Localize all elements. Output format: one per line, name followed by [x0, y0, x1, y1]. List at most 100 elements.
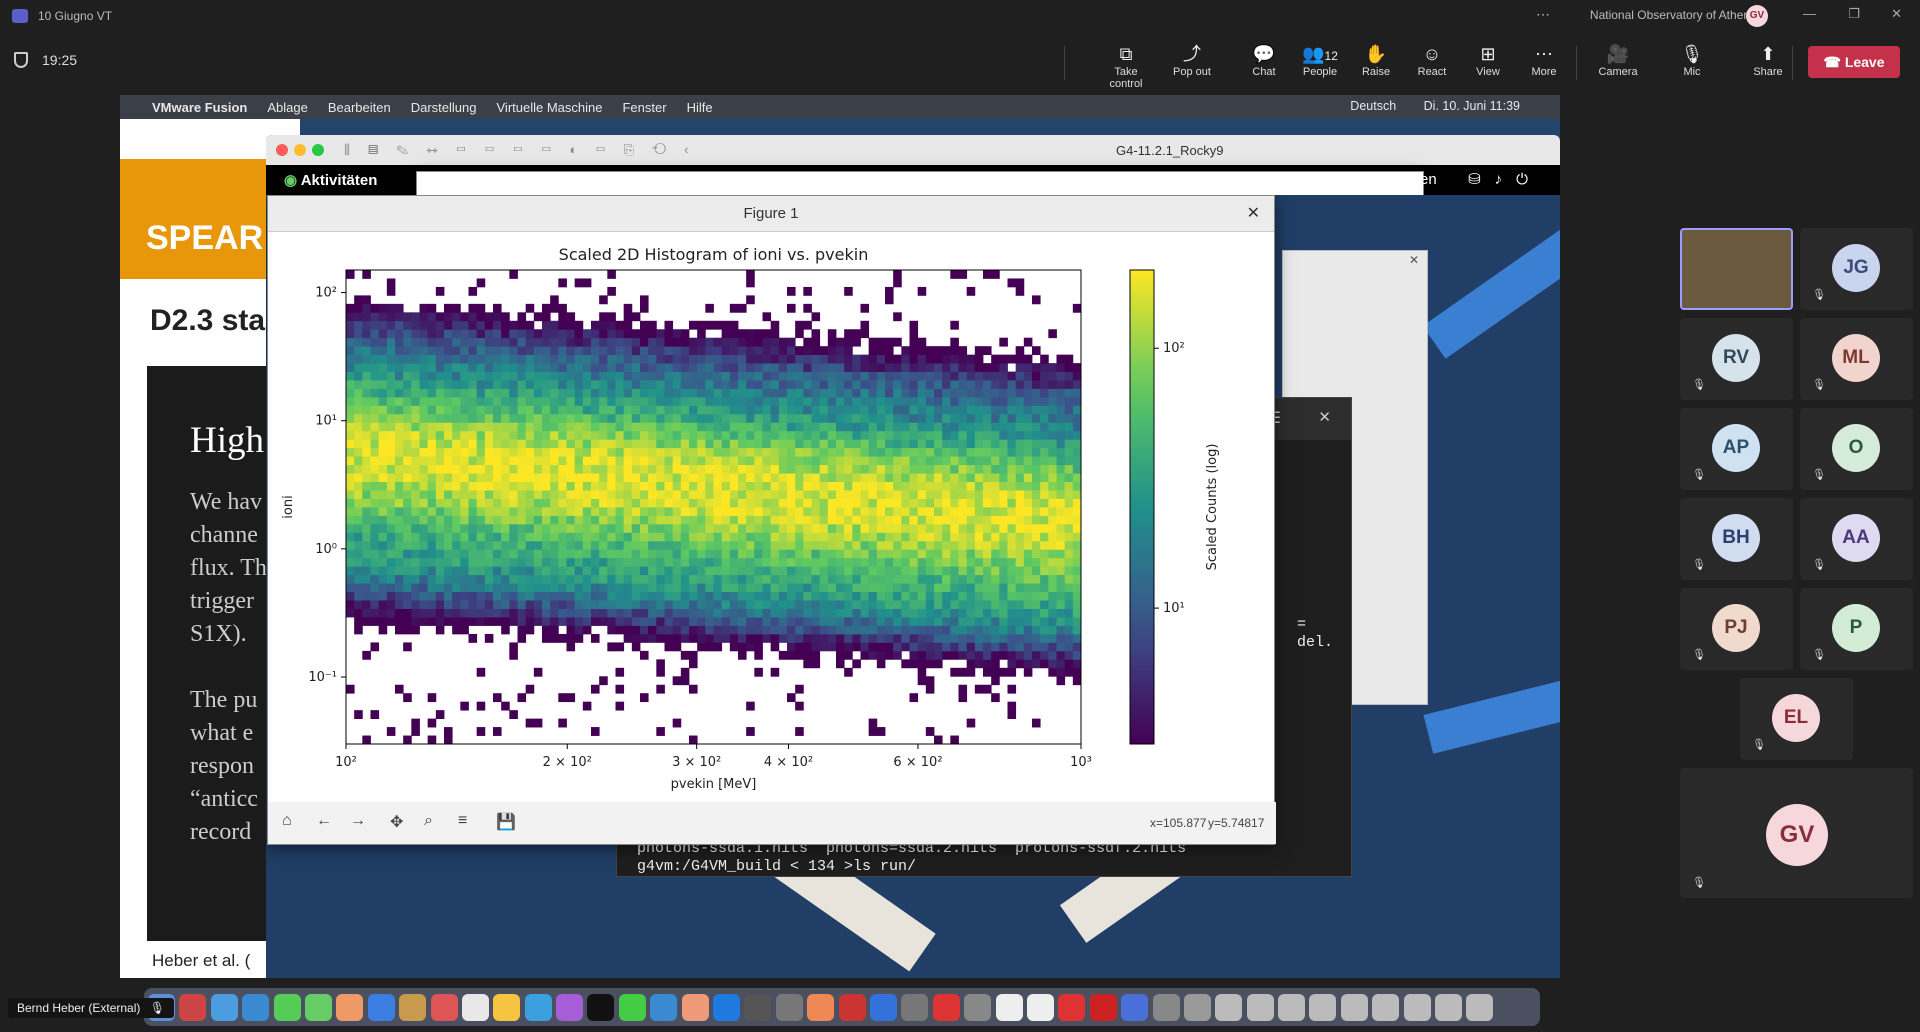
- menu-fenster[interactable]: Fenster: [622, 100, 666, 115]
- participant-video-room[interactable]: [1680, 228, 1793, 310]
- participant-tile[interactable]: JG 🎙: [1800, 228, 1913, 310]
- back-arrow-icon[interactable]: ←: [316, 812, 332, 830]
- configure-subplots-icon[interactable]: ≡: [458, 812, 467, 830]
- more-options-icon[interactable]: ⋯: [1536, 6, 1550, 23]
- dock-app-icon[interactable]: [650, 993, 678, 1021]
- dock-app-icon[interactable]: [775, 993, 803, 1021]
- dock-app-icon[interactable]: [587, 993, 615, 1021]
- gnome-clock[interactable]: Jun 10 11:39: [866, 171, 955, 188]
- participant-tile[interactable]: ML 🎙: [1800, 318, 1913, 400]
- dock-app-icon[interactable]: [1466, 993, 1494, 1021]
- close-icon[interactable]: ✕: [1409, 253, 1419, 267]
- dock-app-icon[interactable]: [807, 993, 835, 1021]
- minimize-icon[interactable]: —: [1803, 6, 1816, 21]
- dock-app-icon[interactable]: [744, 993, 772, 1021]
- dock-app-icon[interactable]: [1121, 993, 1149, 1021]
- dock-app-icon[interactable]: [336, 993, 364, 1021]
- dock-app-icon[interactable]: [242, 993, 270, 1021]
- dock-app-icon[interactable]: [901, 993, 929, 1021]
- pop-out-button[interactable]: ⤴ Pop out: [1164, 42, 1220, 78]
- zoom-icon[interactable]: ⌕: [424, 812, 433, 830]
- minimize-window-icon[interactable]: [294, 144, 306, 156]
- share-button[interactable]: ⬆ Share: [1740, 42, 1796, 78]
- activities-button[interactable]: ◉ Aktivitäten: [284, 171, 377, 189]
- menu-bearbeiten[interactable]: Bearbeiten: [328, 100, 391, 115]
- dock-app-icon[interactable]: [1309, 993, 1337, 1021]
- dock-app-icon[interactable]: [1278, 993, 1306, 1021]
- dock-app-icon[interactable]: [524, 993, 552, 1021]
- react-button[interactable]: ☺ React: [1404, 42, 1460, 78]
- menu-hilfe[interactable]: Hilfe: [687, 100, 713, 115]
- histogram-plot[interactable]: Scaled 2D Histogram of ioni vs. pvekinpv…: [268, 232, 1276, 800]
- pan-icon[interactable]: ✥: [390, 812, 403, 832]
- chat-button[interactable]: 💬 Chat: [1236, 42, 1292, 78]
- dock-app-icon[interactable]: [995, 993, 1023, 1021]
- participant-tile[interactable]: O 🎙: [1800, 408, 1913, 490]
- take-control-button[interactable]: ⧉ Take control: [1098, 42, 1154, 90]
- participant-tile[interactable]: PJ 🎙: [1680, 588, 1793, 670]
- home-icon[interactable]: ⌂: [282, 812, 292, 830]
- input-language[interactable]: Deutsch: [1350, 99, 1396, 113]
- dock-app-icon[interactable]: [932, 993, 960, 1021]
- dock-app-icon[interactable]: [1215, 993, 1243, 1021]
- more-button[interactable]: ⋯ More: [1516, 42, 1572, 78]
- participant-tile[interactable]: EL 🎙: [1740, 678, 1853, 760]
- dock-app-icon[interactable]: [869, 993, 897, 1021]
- dock-app-icon[interactable]: [399, 993, 427, 1021]
- close-figure-icon[interactable]: ✕: [1247, 196, 1260, 232]
- camera-button[interactable]: 🎥 Camera: [1590, 42, 1646, 78]
- mac-clock[interactable]: Di. 10. Juni 11:39: [1424, 99, 1520, 113]
- people-button[interactable]: 👥12 People: [1292, 42, 1348, 78]
- dock-app-icon[interactable]: [556, 993, 584, 1021]
- participant-tile[interactable]: AA 🎙: [1800, 498, 1913, 580]
- user-avatar[interactable]: GV: [1746, 5, 1768, 27]
- dock-app-icon[interactable]: [367, 993, 395, 1021]
- participant-tile[interactable]: GV 🎙: [1680, 768, 1913, 898]
- dock-app-icon[interactable]: [1246, 993, 1274, 1021]
- system-tray-icons[interactable]: ⛁♪⏻: [1468, 170, 1542, 188]
- vm-toolbar-icons[interactable]: ⫼▤✎⇿▭▭▭▭◐▭⎘⟲‹: [344, 142, 706, 158]
- raise-button[interactable]: ✋ Raise: [1348, 42, 1404, 78]
- menu-virtuelle-maschine[interactable]: Virtuelle Maschine: [497, 100, 603, 115]
- dock-app-icon[interactable]: [1058, 993, 1086, 1021]
- dock-app-icon[interactable]: [838, 993, 866, 1021]
- dock-app-icon[interactable]: [273, 993, 301, 1021]
- participant-tile[interactable]: AP 🎙: [1680, 408, 1793, 490]
- forward-arrow-icon[interactable]: →: [350, 812, 366, 830]
- dock-app-icon[interactable]: [1372, 993, 1400, 1021]
- dock-app-icon[interactable]: [618, 993, 646, 1021]
- maximize-icon[interactable]: ❐: [1848, 6, 1860, 22]
- menu-ablage[interactable]: Ablage: [267, 100, 307, 115]
- dock-app-icon[interactable]: [1089, 993, 1117, 1021]
- keyboard-layout[interactable]: en: [1420, 171, 1437, 188]
- dock-app-icon[interactable]: [1183, 993, 1211, 1021]
- close-window-icon[interactable]: [276, 144, 288, 156]
- participant-tile[interactable]: P 🎙: [1800, 588, 1913, 670]
- dock-app-icon[interactable]: [493, 993, 521, 1021]
- dock-app-icon[interactable]: [461, 993, 489, 1021]
- menu-darstellung[interactable]: Darstellung: [411, 100, 477, 115]
- dock-app-icon[interactable]: [179, 993, 207, 1021]
- mic-button[interactable]: 🎙 Mic: [1664, 42, 1720, 78]
- dock-app-icon[interactable]: [304, 993, 332, 1021]
- participant-tile[interactable]: BH 🎙: [1680, 498, 1793, 580]
- leave-button[interactable]: ☎ Leave: [1808, 46, 1900, 78]
- zoom-window-icon[interactable]: [312, 144, 324, 156]
- save-icon[interactable]: 💾: [496, 812, 516, 832]
- dock-app-icon[interactable]: [713, 993, 741, 1021]
- view-button[interactable]: ⊞ View: [1460, 42, 1516, 78]
- close-icon[interactable]: ✕: [1891, 6, 1902, 22]
- dock-app-icon[interactable]: [1026, 993, 1054, 1021]
- dock-app-icon[interactable]: [1435, 993, 1463, 1021]
- participant-tile[interactable]: RV 🎙: [1680, 318, 1793, 400]
- dock-app-icon[interactable]: [681, 993, 709, 1021]
- dock-app-icon[interactable]: [430, 993, 458, 1021]
- dock-app-icon[interactable]: [1340, 993, 1368, 1021]
- terminal-prompt[interactable]: g4vm:/G4VM_build < 134 >ls run/: [637, 858, 916, 875]
- menu-vmware[interactable]: VMware Fusion: [152, 100, 247, 115]
- dock-app-icon[interactable]: [1152, 993, 1180, 1021]
- close-icon[interactable]: ✕: [1318, 408, 1331, 426]
- dock-app-icon[interactable]: [964, 993, 992, 1021]
- dock-app-icon[interactable]: [1403, 993, 1431, 1021]
- dock-app-icon[interactable]: [210, 993, 238, 1021]
